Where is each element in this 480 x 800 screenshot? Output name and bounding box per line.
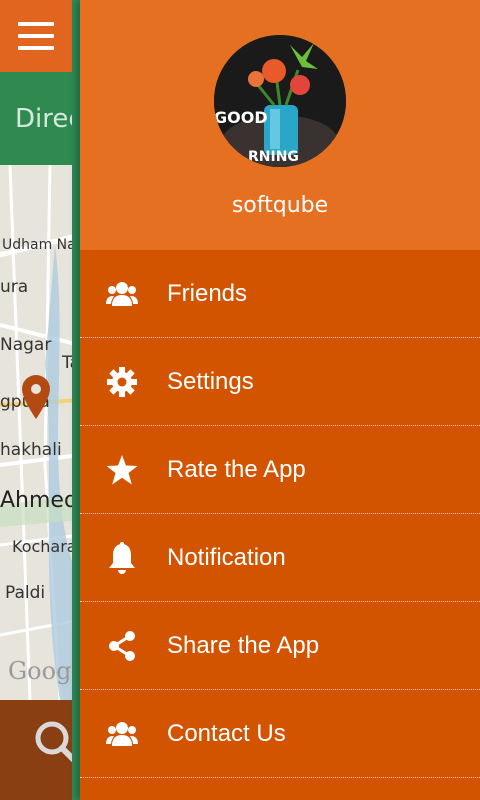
friends-icon <box>106 278 138 310</box>
map-label: Nagar <box>0 335 52 355</box>
map-pin-icon[interactable] <box>22 375 50 419</box>
profile-username: softqube <box>231 193 329 218</box>
map-label: hakhali <box>0 440 62 460</box>
map-label: Udham Na <box>2 237 76 253</box>
navigation-drawer: GOOD RNING softqube Friends Settings Rat… <box>80 0 480 800</box>
directions-label: Direc <box>15 104 80 134</box>
menu-button[interactable] <box>0 0 72 72</box>
map-label: Kochara <box>12 537 77 556</box>
profile-avatar[interactable]: GOOD RNING <box>214 35 346 167</box>
map-label: Ahmed <box>0 488 78 513</box>
menu-item-settings[interactable]: Settings <box>80 338 480 426</box>
menu-item-rate-app[interactable]: Rate the App <box>80 426 480 514</box>
bell-icon <box>106 541 138 574</box>
background-app: Direc Udham Na ura Nagar Ta gpura hakhal… <box>0 0 80 800</box>
map-view[interactable]: Udham Na ura Nagar Ta gpura hakhali Ahme… <box>0 165 80 700</box>
contacts-icon <box>106 718 138 750</box>
drawer-edge <box>72 0 80 800</box>
menu-item-label: Rate the App <box>167 455 306 483</box>
menu-item-share-app[interactable]: Share the App <box>80 602 480 690</box>
gear-icon <box>106 366 138 398</box>
menu-item-friends[interactable]: Friends <box>80 250 480 338</box>
menu-item-label: Notification <box>167 543 286 571</box>
share-icon <box>106 630 138 662</box>
map-label: ura <box>0 277 29 297</box>
menu-item-label: Friends <box>167 279 248 307</box>
menu-item-label: Settings <box>167 367 254 395</box>
menu-item-label: Share the App <box>167 631 320 659</box>
menu-item-label: Contact Us <box>167 719 286 747</box>
svg-text:RNING: RNING <box>248 149 299 165</box>
svg-text:GOOD: GOOD <box>214 108 268 127</box>
menu-item-notification[interactable]: Notification <box>80 514 480 602</box>
bottom-bar <box>0 700 80 800</box>
drawer-header: GOOD RNING softqube <box>80 0 480 250</box>
map-label: Paldi <box>5 583 46 603</box>
drawer-menu-list: Friends Settings Rate the App Notificati… <box>80 250 480 778</box>
google-logo: Google <box>8 657 80 685</box>
menu-item-contact-us[interactable]: Contact Us <box>80 690 480 778</box>
hamburger-icon <box>18 22 54 50</box>
star-icon <box>106 454 138 486</box>
